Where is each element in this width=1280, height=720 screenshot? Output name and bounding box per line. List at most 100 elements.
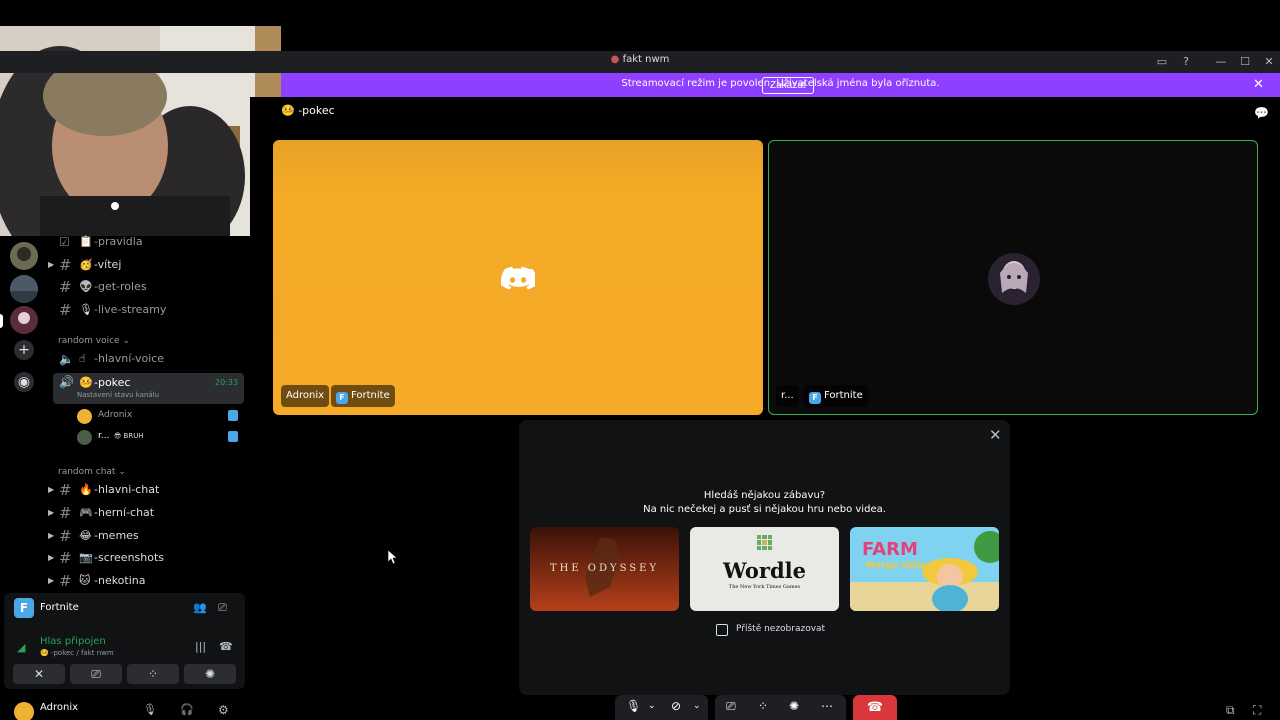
channel-item[interactable]: # 👽 -get-roles: [48, 277, 250, 299]
call-controls-audio: 🎙 ⌄ ⊘ ⌄: [615, 695, 708, 720]
discover-icon[interactable]: ◉: [14, 372, 34, 392]
add-people-icon[interactable]: 👥: [193, 601, 207, 614]
participant-tile[interactable]: Adronix F Fortnite: [273, 140, 763, 415]
activities-button[interactable]: ⁘: [127, 664, 179, 684]
channel-item[interactable]: ▶ # 📷 -screenshots: [48, 548, 250, 570]
popout-icon[interactable]: ⧉: [1226, 703, 1235, 718]
leave-call-button[interactable]: ☎: [853, 695, 897, 720]
channel-name: -vítej: [94, 258, 122, 271]
participant-tile-speaking[interactable]: r... F Fortnite: [768, 140, 1258, 415]
voice-channel-item[interactable]: 🔈 ☝ -hlavní-voice: [48, 349, 250, 371]
window-titlebar: ● fakt nwm ▭ ? — ☐ ✕: [0, 51, 1280, 73]
noise-suppression-icon[interactable]: |||: [195, 640, 206, 653]
voice-panel: F Fortnite 👥 ⎚ ◢ Hlas připojen 🤒 -pokec …: [4, 593, 245, 689]
microphone-icon[interactable]: 🎙: [626, 699, 641, 713]
disable-streamer-mode-button[interactable]: Zakázat: [762, 77, 814, 94]
share-screen-button[interactable]: ⎚: [70, 664, 122, 684]
hash-icon: #: [59, 504, 72, 522]
channel-item[interactable]: ▶ # 🔥 -hlavni-chat: [48, 480, 250, 502]
microphone-icon[interactable]: 🎙: [143, 703, 157, 716]
close-window-button[interactable]: ✕: [1261, 54, 1277, 70]
channel-item[interactable]: ▶ # 🎮 -herní-chat: [48, 503, 250, 525]
unread-indicator: ▶: [48, 485, 55, 494]
channel-name: -get-roles: [94, 280, 147, 293]
game-card-odyssey[interactable]: THE ODYSSEY: [530, 527, 679, 611]
game-icon: [228, 431, 238, 442]
rules-icon: ☑: [59, 235, 70, 249]
activities-icon[interactable]: ⁘: [758, 699, 768, 713]
disconnect-icon[interactable]: ☎: [219, 640, 233, 653]
streamer-mode-banner: Streamovací režim je povolen. Uživatelsk…: [281, 73, 1280, 97]
activity-subtitle: Na nic nečekej a pusť si nějakou hru neb…: [643, 504, 886, 515]
screen-share-icon[interactable]: ⎚: [726, 699, 736, 714]
unread-indicator: ▶: [48, 508, 55, 517]
banner-close-icon[interactable]: ✕: [1253, 77, 1264, 92]
channel-item[interactable]: ▶ # 🐱 -nekotina: [48, 571, 250, 593]
camera-off-icon[interactable]: ⊘: [671, 699, 681, 713]
soundboard-button[interactable]: ✺: [184, 664, 236, 684]
channel-item[interactable]: ▶ # 🥳 -vítej: [48, 255, 250, 277]
dont-show-again-checkbox[interactable]: [716, 624, 728, 636]
avatar: [77, 430, 92, 445]
voice-user-name: Adronix: [98, 410, 133, 420]
chat-bubble-icon[interactable]: 💬: [1254, 106, 1269, 120]
activity-suggestion-panel: ✕ Hledáš nějakou zábavu? Na nic nečekej …: [519, 420, 1010, 695]
activity-game-name: Fortnite: [40, 602, 79, 613]
hash-icon: #: [59, 527, 72, 545]
channel-item[interactable]: # 🎙 -live-streamy: [48, 300, 250, 322]
category-chat[interactable]: random chat ⌄: [58, 467, 126, 477]
fortnite-icon: F: [14, 598, 34, 618]
server-avatar[interactable]: [10, 242, 38, 270]
hash-icon: #: [59, 549, 72, 567]
discord-logo-icon: [501, 266, 535, 290]
activity-title: Hledáš nějakou zábavu?: [703, 490, 826, 501]
channel-title: -pokec: [298, 104, 335, 117]
voice-user[interactable]: r... 😎 BRUH: [77, 429, 243, 447]
speaker-icon: 🔈: [59, 352, 74, 366]
category-voice[interactable]: random voice ⌄: [58, 336, 130, 346]
soundboard-icon[interactable]: ✺: [789, 699, 799, 713]
fullscreen-icon[interactable]: ⛶: [1253, 703, 1261, 718]
channel-name: -live-streamy: [94, 303, 167, 316]
channel-status[interactable]: Nastavení stavu kanálu: [77, 391, 159, 399]
fortnite-icon: F: [336, 392, 348, 404]
chevron-down-icon[interactable]: ⌄: [693, 701, 701, 711]
maximize-button[interactable]: ☐: [1237, 54, 1253, 70]
hang-up-icon: ☎: [866, 700, 884, 715]
channel-item[interactable]: ▶ # 😂 -memes: [48, 526, 250, 548]
channel-name: -nekotina: [94, 574, 146, 587]
voice-user[interactable]: Adronix: [77, 408, 243, 426]
camera-off-button[interactable]: ✕: [13, 664, 65, 684]
add-server-icon[interactable]: +: [14, 340, 34, 360]
settings-gear-icon[interactable]: ⚙: [218, 703, 229, 717]
close-icon[interactable]: ✕: [989, 426, 1002, 444]
more-options-icon[interactable]: ⋯: [821, 699, 833, 713]
game-card-farm-merge-valley[interactable]: FARM Merge Valley: [850, 527, 999, 611]
channel-name: -memes: [94, 529, 139, 542]
user-name[interactable]: Adronix: [40, 702, 78, 713]
hash-icon: #: [59, 481, 72, 499]
server-avatar[interactable]: [10, 275, 38, 303]
help-icon[interactable]: ?: [1178, 54, 1194, 70]
signal-icon: ◢: [17, 641, 26, 654]
call-timer: 20:33: [215, 378, 239, 387]
dont-show-again-label[interactable]: Příště nezobrazovat: [736, 624, 825, 634]
minimize-button[interactable]: —: [1213, 54, 1229, 70]
voice-location[interactable]: 🤒 -pokec / fakt nwm: [40, 649, 114, 657]
game-card-wordle[interactable]: Wordle The New York Times Games: [690, 527, 839, 611]
chevron-down-icon[interactable]: ⌄: [648, 701, 656, 711]
window-title: fakt nwm: [622, 54, 670, 65]
inbox-icon[interactable]: ▭: [1154, 54, 1170, 70]
server-avatar-active[interactable]: [10, 306, 38, 334]
channel-item[interactable]: ☑ 📋 -pravidla: [48, 232, 250, 254]
call-controls-share: ⎚ ⁘ ✺ ⋯: [715, 695, 846, 720]
voice-status[interactable]: Hlas připojen: [40, 636, 106, 647]
avatar: [77, 409, 92, 424]
channel-header: 🤒 -pokec: [281, 104, 335, 117]
screen-share-icon[interactable]: ⎚: [218, 601, 227, 615]
hash-icon: #: [59, 278, 72, 296]
voice-channel-active[interactable]: 🔊 🤒 -pokec 20:33 Nastavení stavu kanálu: [53, 373, 244, 404]
avatar[interactable]: [14, 702, 34, 720]
participant-game-tag: F Fortnite: [804, 385, 868, 407]
headphones-icon[interactable]: 🎧: [180, 703, 194, 716]
